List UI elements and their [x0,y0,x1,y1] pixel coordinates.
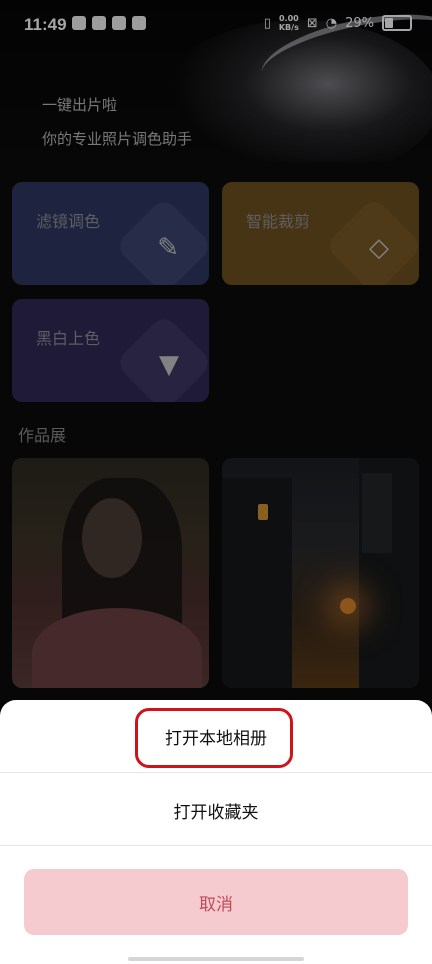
open-favorites-option[interactable]: 打开收藏夹 [0,774,432,846]
annotation-highlight-circle [135,708,293,768]
divider [0,845,432,846]
action-sheet: 打开本地相册 打开收藏夹 取消 [0,700,432,964]
screen: 一键出片啦 你的专业照片调色助手 11:49 ▯ 0.00 KB/s ⊠ ◔ 2… [0,0,432,964]
cancel-button[interactable]: 取消 [24,869,408,935]
home-indicator [128,957,304,961]
option-label: 打开收藏夹 [173,802,259,823]
divider [0,772,432,773]
